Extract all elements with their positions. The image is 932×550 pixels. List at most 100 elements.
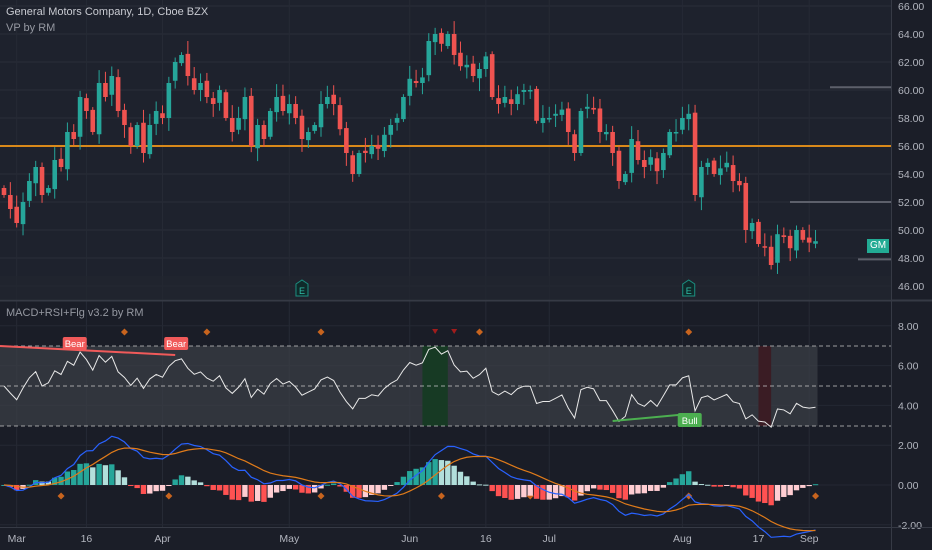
macd-histogram-bar: [248, 485, 254, 502]
candle[interactable]: [711, 157, 717, 177]
bear-signal-label[interactable]: Bear: [62, 337, 87, 350]
macd-histogram-bar: [242, 485, 248, 497]
candle-body: [515, 94, 520, 104]
chart-canvas[interactable]: 66.00 64.00 62.00 60.00 58.00 56.00 54.00 52.00…: [0, 0, 932, 550]
indicator-macd-rsi-label[interactable]: MACD+RSI+Flg v3.2 by RM: [6, 307, 144, 319]
candle[interactable]: [248, 88, 254, 153]
candle[interactable]: [90, 107, 96, 135]
macd-histogram-bar: [755, 485, 762, 502]
candle-body: [236, 118, 241, 130]
candle-body: [388, 125, 394, 135]
candle-body: [27, 181, 32, 201]
price-axis-label: 48.00: [898, 253, 924, 265]
macd-histogram-bar: [540, 485, 546, 500]
candle-body: [312, 125, 317, 131]
time-axis-label: Apr: [154, 533, 171, 545]
earnings-label: E: [299, 286, 305, 296]
macd-histogram-bar: [749, 485, 755, 498]
time-axis-label: Sep: [800, 533, 819, 545]
macd-histogram-bar: [489, 485, 495, 492]
candle[interactable]: [756, 219, 761, 247]
macd-histogram-bar: [609, 485, 616, 493]
candle[interactable]: [578, 108, 584, 156]
candle-body: [344, 128, 349, 153]
macd-histogram-bar: [166, 485, 172, 486]
candle-body: [559, 109, 565, 115]
candle[interactable]: [667, 129, 672, 159]
macd-histogram-bar: [514, 485, 521, 499]
candle-body: [445, 34, 451, 47]
candle-body: [616, 150, 622, 181]
macd-histogram-bar: [109, 464, 115, 485]
price-axis-label: 56.00: [898, 141, 924, 153]
candle[interactable]: [489, 51, 495, 100]
macd-histogram-bar: [724, 485, 730, 486]
candle-body: [223, 92, 229, 118]
candle-body: [14, 206, 19, 223]
macd-histogram-bar: [743, 485, 749, 496]
candle-body: [369, 146, 375, 155]
candle-body: [109, 76, 115, 95]
macd-histogram-bar: [121, 477, 128, 485]
candle[interactable]: [692, 104, 698, 202]
indicator-vp-label[interactable]: VP by RM: [6, 22, 55, 34]
macd-histogram-bar: [457, 471, 464, 485]
earnings-label: E: [686, 286, 692, 296]
macd-histogram-bar: [261, 485, 267, 502]
candle-body: [204, 80, 210, 97]
candle-body: [299, 115, 305, 139]
candle-body: [198, 83, 203, 90]
candle-body: [248, 95, 254, 146]
candle-body: [432, 34, 438, 43]
macd-histogram-bar: [381, 485, 388, 490]
macd-histogram-bar: [375, 485, 381, 494]
bear-signal-label[interactable]: Bear: [164, 337, 189, 350]
macd-histogram-bar: [502, 485, 508, 499]
earnings-marker[interactable]: E: [295, 279, 309, 297]
candle-body: [756, 221, 761, 244]
candle-body: [280, 95, 286, 111]
bull-signal-label[interactable]: Bull: [677, 413, 702, 427]
price-axis-bg[interactable]: [891, 0, 932, 550]
label-text: Bull: [682, 416, 698, 427]
candle-body: [166, 83, 172, 118]
macd-histogram-bar: [667, 482, 673, 485]
candle-body: [578, 111, 584, 153]
candle-body: [426, 41, 432, 76]
macd-histogram-bar: [330, 483, 337, 485]
macd-histogram-bar: [254, 485, 261, 501]
candle[interactable]: [267, 108, 273, 140]
candle-body: [382, 134, 387, 152]
candle[interactable]: [134, 122, 140, 149]
candle-body: [502, 97, 508, 103]
candle[interactable]: [223, 89, 229, 121]
macd-histogram-bar: [470, 481, 476, 485]
candle-body: [768, 246, 774, 265]
candle[interactable]: [356, 150, 362, 177]
candle-body: [147, 125, 153, 155]
macd-histogram-bar: [698, 484, 705, 486]
candle-body: [210, 98, 216, 104]
candle-body: [451, 34, 457, 55]
macd-histogram-bar: [483, 484, 489, 486]
candle[interactable]: [401, 94, 406, 122]
earnings-marker[interactable]: E: [682, 279, 696, 297]
candle[interactable]: [534, 86, 539, 124]
candle-body: [96, 83, 102, 135]
candle-body: [229, 118, 235, 132]
candle-body: [648, 157, 653, 165]
candle-body: [128, 127, 134, 146]
candle-body: [749, 223, 755, 232]
macd-histogram-bar: [806, 485, 812, 487]
price-axis-label: 50.00: [898, 225, 924, 237]
candle-body: [274, 97, 279, 113]
candle-body: [179, 55, 184, 64]
macd-histogram-bar: [147, 485, 153, 494]
candle-body: [610, 132, 615, 153]
candle-body: [103, 83, 108, 97]
candle-body: [375, 144, 381, 149]
oscillator-axis-label: -2.00: [898, 520, 922, 532]
macd-histogram-bar: [438, 460, 445, 485]
macd-histogram-bar: [159, 485, 166, 491]
candle-body: [604, 132, 609, 135]
